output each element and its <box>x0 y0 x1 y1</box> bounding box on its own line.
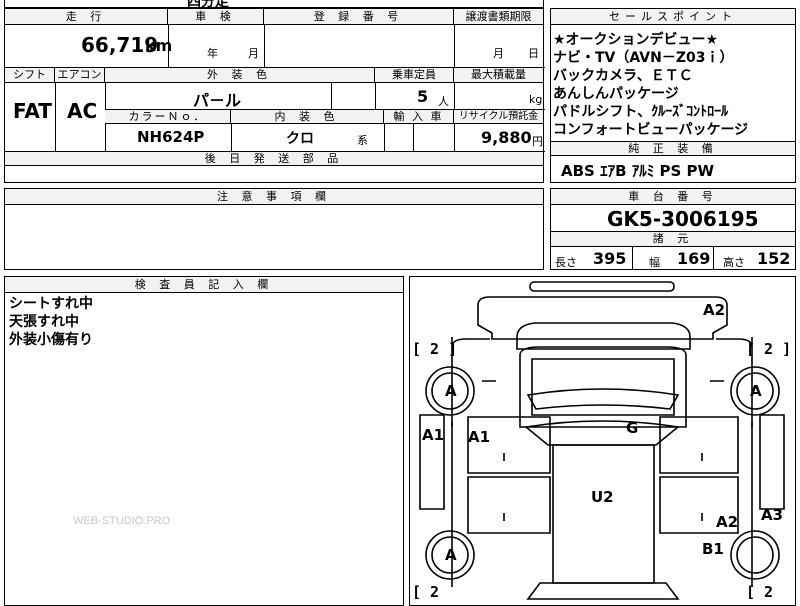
transfer-month-label: 月 <box>493 47 504 60</box>
color-no-header: カラーＮｏ． <box>105 110 231 124</box>
mark-a3: A3 <box>761 506 784 524</box>
max-load-header: 最大積載量 <box>454 68 543 83</box>
chassis-panel: 車 台 番 号 GK5-3006195 諸 元 長さ 395 幅 169 高さ … <box>550 188 796 270</box>
specs-header: 諸 元 <box>551 232 795 247</box>
shaken-year-label: 年 <box>207 47 218 60</box>
bracket-label: [ 2 ] <box>412 340 458 358</box>
mark-b1: B1 <box>702 540 724 558</box>
top-strip: 四分走 <box>4 0 544 10</box>
sale-point-line: あんしんパッケージ <box>553 86 679 102</box>
max-load-unit: kg <box>529 93 543 106</box>
exterior-value: パ－ル <box>193 91 242 110</box>
interior-value: クロ <box>286 131 314 147</box>
mark-g: G <box>626 419 639 437</box>
shift-value: FAT <box>13 99 52 123</box>
equipment-value: ABS ｴｱB ｱﾙﾐ PS PW <box>561 162 715 180</box>
shaken-month-label: 月 <box>248 47 259 60</box>
capacity-unit: 人 <box>438 95 449 108</box>
spec-height-label: 高さ <box>723 256 745 269</box>
inspector-line: シートすれ中 <box>9 296 93 312</box>
aircon-header: エアコン <box>55 68 105 83</box>
recycle-header: リサイクル預託金 <box>454 110 543 124</box>
capacity-header: 乗車定員 <box>375 68 454 83</box>
notes-panel: 注 意 事 項 欄 <box>4 188 544 270</box>
inspector-line: 外装小傷有り <box>9 332 93 348</box>
sale-point-line: ナビ・TV（AVN－Z03ｉ） <box>553 50 734 66</box>
interior-header: 内 装 色 <box>231 110 384 124</box>
mark-a2-right: A2 <box>716 513 739 531</box>
transfer-day-label: 日 <box>528 47 539 60</box>
sale-point-line: コンフォートビューパッケージ <box>553 122 749 138</box>
registration-header: 登 録 番 号 <box>264 9 454 25</box>
inspector-panel: 検 査 員 記 入 欄 シートすれ中 天張すれ中 外装小傷有り WEB-STUD… <box>4 276 404 606</box>
sale-points-header: セールスポイント <box>551 9 795 25</box>
mark-a1-left: A1 <box>422 426 445 444</box>
mark-a2-top: A2 <box>703 301 726 319</box>
mark-u2: U2 <box>591 488 614 506</box>
later-parts-header: 後 日 発 送 部 品 <box>5 152 543 166</box>
import-header: 輸 入 車 <box>384 110 454 124</box>
capacity-value: 5 <box>417 87 429 106</box>
mark-tire-fr: A <box>750 382 762 400</box>
mileage-header: 走 行 <box>5 9 168 25</box>
transfer-header: 譲渡書類期限 <box>454 9 543 25</box>
sale-points-panel: セールスポイント ★オークションデビュー★ ナビ・TV（AVN－Z03ｉ） バッ… <box>550 8 796 183</box>
recycle-value: 9,880 <box>481 128 532 147</box>
shaken-header: 車 検 <box>168 9 264 25</box>
sale-point-line: パドルシフト、ｸﾙｰｽﾞｺﾝﾄﾛｰﾙ <box>553 104 729 120</box>
sale-points-list: ★オークションデビュー★ ナビ・TV（AVN－Z03ｉ） バックカメラ、ＥＴＣ … <box>553 31 748 139</box>
sale-point-line: バックカメラ、ＥＴＣ <box>553 68 693 84</box>
inspector-header: 検 査 員 記 入 欄 <box>5 277 403 293</box>
chassis-header: 車 台 番 号 <box>551 189 795 205</box>
bracket-label: [ 2 <box>746 583 774 601</box>
interior-suffix: 系 <box>357 134 368 147</box>
chassis-value: GK5-3006195 <box>607 207 759 231</box>
spec-height-value: 152 <box>757 249 791 268</box>
watermark: WEB-STUDIO.PRO <box>73 515 171 527</box>
equipment-header: 純 正 装 備 <box>551 142 795 156</box>
spec-length-label: 長さ <box>555 256 577 269</box>
bracket-label: [ 2 ] <box>746 340 792 358</box>
color-no-value: NH624P <box>137 128 205 146</box>
inspector-lines: シートすれ中 天張すれ中 外装小傷有り <box>9 295 93 349</box>
spec-width-value: 169 <box>677 249 711 268</box>
mark-tire-rl: A <box>445 546 457 564</box>
mark-tire-fl: A <box>445 382 457 400</box>
notes-header: 注 意 事 項 欄 <box>5 189 543 205</box>
shift-header: シフト <box>5 68 55 83</box>
car-diagram-panel: A2 A A A A1 A1 G U2 A2 A3 B1 [ 2 ] [ 2 ]… <box>409 276 796 606</box>
recycle-unit: 円 <box>532 135 543 148</box>
bracket-label: [ 2 <box>412 583 440 601</box>
mark-a1-inner: A1 <box>468 428 491 446</box>
spec-width-label: 幅 <box>649 256 660 269</box>
aircon-value: AC <box>67 99 98 123</box>
sale-point-line: ★オークションデビュー★ <box>553 32 719 48</box>
spec-length-value: 395 <box>593 249 627 268</box>
info-table: 走 行 車 検 登 録 番 号 譲渡書類期限 66,719 km 年 月 月 日… <box>4 8 545 183</box>
exterior-header: 外 装 色 <box>105 68 375 83</box>
inspector-line: 天張すれ中 <box>9 314 79 330</box>
mileage-unit: km <box>145 36 173 55</box>
